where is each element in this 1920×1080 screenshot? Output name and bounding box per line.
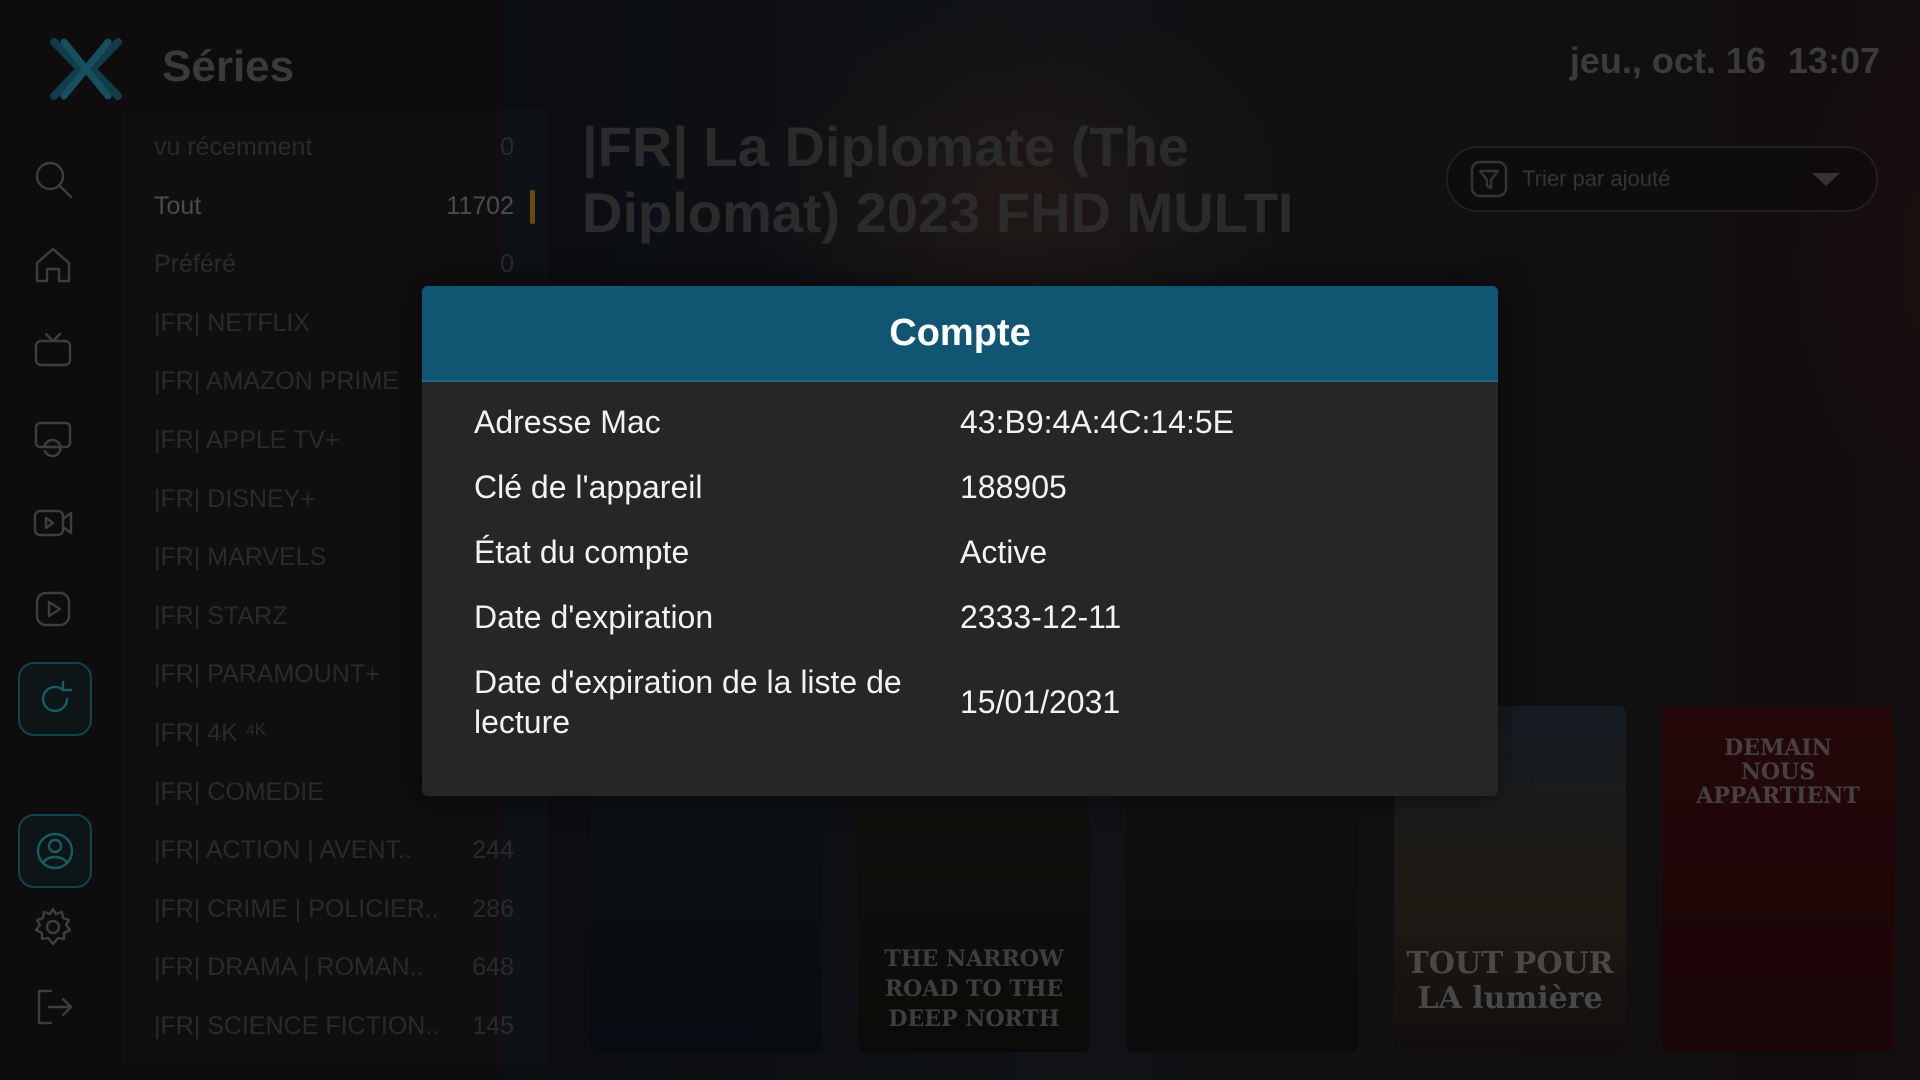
dialog-title: Compte <box>889 311 1031 354</box>
row-label: Date d'expiration de la liste de lecture <box>474 664 902 740</box>
playlist-expiration-row: Date d'expiration de la liste de lecture… <box>474 662 1474 742</box>
row-label: Clé de l'appareil <box>474 469 703 505</box>
row-value: Active <box>960 533 1048 570</box>
row-label: Adresse Mac <box>474 404 661 440</box>
row-value: 2333-12-11 <box>960 598 1122 635</box>
row-value: 188905 <box>960 468 1067 505</box>
expiration-date-row: Date d'expiration 2333-12-11 <box>474 597 1474 637</box>
row-label: Date d'expiration <box>474 599 714 635</box>
row-value: 43:B9:4A:4C:14:5E <box>960 403 1234 440</box>
mac-address-row: Adresse Mac 43:B9:4A:4C:14:5E <box>474 402 1474 442</box>
row-value: 15/01/2031 <box>960 683 1121 720</box>
dialog-header: Compte <box>422 286 1498 382</box>
device-key-row: Clé de l'appareil 188905 <box>474 467 1474 507</box>
row-label: État du compte <box>474 534 690 570</box>
account-status-row: État du compte Active <box>474 532 1474 572</box>
account-dialog: Compte Adresse Mac 43:B9:4A:4C:14:5E Clé… <box>422 286 1498 796</box>
